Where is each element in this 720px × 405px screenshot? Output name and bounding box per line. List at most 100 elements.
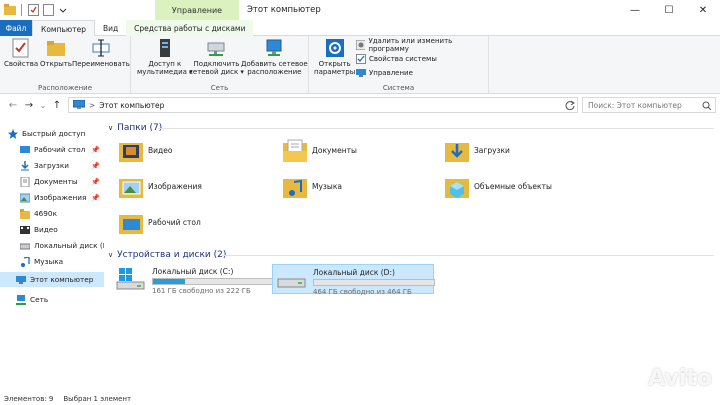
sidebar-item-quick-access[interactable]: Быстрый доступ [0, 126, 104, 141]
tab-file[interactable]: Файл [0, 20, 32, 36]
media-access-button[interactable]: Доступ к мультимедиа ▾ [137, 38, 193, 76]
pictures-icon [20, 193, 30, 202]
item-count: Элементов: 9 [4, 394, 54, 403]
tab-computer[interactable]: Компьютер [32, 20, 95, 37]
devices-section-header[interactable]: ∨ Устройства и диски (2) [108, 248, 226, 262]
videos-icon [20, 225, 30, 234]
manage-button[interactable]: Управление [356, 67, 488, 79]
gear-icon [325, 38, 345, 58]
computer-manage-icon [356, 69, 366, 77]
add-location-label-2: расположение [247, 68, 302, 76]
programs-icon [356, 40, 366, 50]
folder-music[interactable]: Музыка [282, 174, 342, 198]
properties-button[interactable]: Свойства [4, 38, 38, 68]
group-system: Открыть параметры Удалить или изменить п… [309, 36, 489, 94]
system-properties-button[interactable]: Свойства системы [356, 53, 488, 65]
rename-button[interactable]: Переименовать [72, 38, 130, 68]
sidebar-item-pictures[interactable]: Изображения 📌 [0, 190, 104, 205]
sidebar-item-4690k[interactable]: 4690к [0, 206, 104, 221]
properties-icon [11, 38, 31, 58]
sidebar-item-local-disk-d[interactable]: Локальный диск (D [0, 238, 104, 253]
folder-3d-objects[interactable]: Объемные объекты [444, 174, 552, 198]
back-button[interactable]: ← [6, 100, 20, 111]
uninstall-program-button[interactable]: Удалить или изменить программу [356, 37, 488, 53]
status-bar: Элементов: 9 Выбран 1 элемент [0, 392, 720, 405]
sidebar-item-this-pc[interactable]: Этот компьютер [0, 272, 104, 287]
computer-icon [16, 275, 26, 284]
3d-objects-folder-icon [444, 174, 469, 198]
windows-drive-icon [116, 267, 146, 291]
drive-c[interactable]: Локальный диск (C:) 161 ГБ свободно из 2… [112, 264, 274, 295]
refresh-icon [565, 100, 575, 110]
window-controls: — ☐ ✕ [618, 0, 720, 20]
context-tab-manage[interactable]: Управление [155, 0, 239, 20]
manage-label: Управление [369, 69, 413, 77]
chevron-down-icon: ∨ [108, 124, 114, 132]
avito-watermark: Avito [648, 366, 712, 391]
tab-view[interactable]: Вид [95, 20, 126, 36]
sidebar-item-network[interactable]: Сеть [0, 292, 104, 307]
open-label: Открыть [40, 60, 72, 68]
sidebar-item-downloads[interactable]: Загрузки 📌 [0, 158, 104, 173]
sidebar-item-desktop[interactable]: Рабочий стол 📌 [0, 142, 104, 157]
pin-icon[interactable]: 📌 [91, 146, 100, 154]
breadcrumb-this-pc[interactable]: Этот компьютер [99, 101, 164, 110]
pin-icon[interactable]: 📌 [91, 178, 100, 186]
minimize-button[interactable]: — [618, 0, 652, 20]
close-button[interactable]: ✕ [686, 0, 720, 20]
navigation-pane: Быстрый доступ Рабочий стол 📌 Загрузки 📌… [0, 122, 104, 387]
address-bar[interactable]: > Этот компьютер [68, 97, 578, 113]
folder-desktop[interactable]: Рабочий стол [118, 210, 201, 234]
drive-free-space: 464 ГБ свободно из 464 ГБ [313, 288, 412, 296]
sidebar-item-documents[interactable]: Документы 📌 [0, 174, 104, 189]
recent-locations-button[interactable]: ⌄ [36, 101, 50, 110]
documents-folder-icon [282, 138, 307, 162]
folder-videos[interactable]: Видео [118, 138, 172, 162]
sidebar-label: 4690к [34, 209, 57, 218]
sidebar-label: Музыка [34, 257, 64, 266]
maximize-button[interactable]: ☐ [652, 0, 686, 20]
folder-icon[interactable] [4, 3, 16, 16]
media-access-label-2: мультимедиа ▾ [137, 68, 193, 76]
navigation-bar: ← → ⌄ ↑ > Этот компьютер Поиск: Этот ком… [0, 95, 720, 115]
drive-name: Локальный диск (C:) [152, 267, 234, 276]
drive-free-space: 161 ГБ свободно из 222 ГБ [152, 287, 251, 295]
folder-downloads[interactable]: Загрузки [444, 138, 510, 162]
folders-section-header[interactable]: ∨ Папки (7) [108, 121, 162, 135]
content-pane: ∨ Папки (7) Видео Документы Загрузки Изо… [108, 118, 720, 388]
rename-label: Переименовать [72, 60, 130, 68]
system-properties-label: Свойства системы [369, 55, 437, 63]
folder-label: Загрузки [474, 145, 510, 155]
pin-icon[interactable]: 📌 [91, 194, 100, 202]
network-drive-icon [206, 38, 226, 58]
sidebar-label: Локальный диск (D [34, 241, 104, 250]
quick-access-toolbar [4, 3, 69, 16]
add-network-location-button[interactable]: Добавить сетевое расположение [241, 38, 308, 76]
breadcrumb-chevron[interactable]: > [89, 101, 95, 110]
folder-pictures[interactable]: Изображения [118, 174, 202, 198]
customize-dropdown-icon[interactable] [57, 3, 69, 16]
open-button[interactable]: Открыть [40, 38, 72, 68]
desktop-folder-icon [20, 145, 30, 153]
properties-label: Свойства [4, 60, 39, 68]
sidebar-label: Видео [34, 225, 58, 234]
folder-documents[interactable]: Документы [282, 138, 357, 162]
selection-count: Выбран 1 элемент [63, 394, 132, 403]
map-drive-button[interactable]: Подключить сетевой диск ▾ [189, 38, 244, 76]
add-location-label-1: Добавить сетевое [241, 60, 308, 68]
new-folder-icon[interactable] [42, 3, 54, 16]
up-button[interactable]: ↑ [50, 100, 64, 111]
sidebar-item-videos[interactable]: Видео [0, 222, 104, 237]
pin-icon[interactable]: 📌 [91, 162, 100, 170]
open-settings-button[interactable]: Открыть параметры [314, 38, 355, 76]
search-input[interactable]: Поиск: Этот компьютер [582, 97, 716, 113]
drive-d[interactable]: Локальный диск (D:) 464 ГБ свободно из 4… [272, 264, 435, 296]
sidebar-item-music[interactable]: Музыка [0, 254, 104, 269]
properties-icon[interactable] [27, 3, 39, 16]
refresh-button[interactable] [562, 97, 578, 113]
forward-button[interactable]: → [22, 100, 36, 111]
pictures-folder-icon [118, 174, 143, 198]
window-title: Этот компьютер [247, 5, 321, 15]
music-icon [21, 256, 30, 267]
tab-drive-tools[interactable]: Средства работы с дисками [126, 20, 254, 36]
